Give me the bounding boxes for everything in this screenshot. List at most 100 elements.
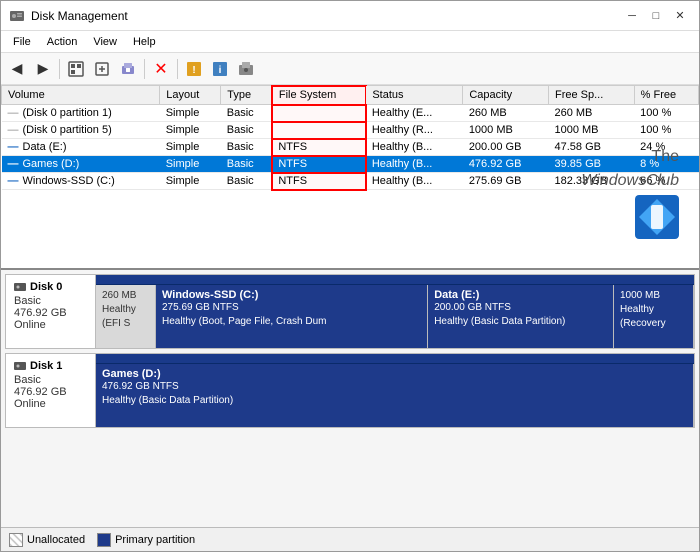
table-row[interactable]: ―Windows-SSD (C:)SimpleBasicNTFSHealthy … bbox=[2, 173, 699, 190]
title-bar: Disk Management ─ □ ✕ bbox=[1, 1, 699, 31]
table-section: Volume Layout Type File System Status Ca… bbox=[1, 85, 699, 270]
data-part-size: 200.00 GB NTFS bbox=[434, 301, 607, 315]
legend-primary-box bbox=[97, 533, 111, 547]
disk-0-status: Online bbox=[14, 319, 87, 331]
cell-status: Healthy (B... bbox=[366, 156, 463, 173]
col-type[interactable]: Type bbox=[221, 86, 273, 105]
cell-pct: 100 % bbox=[634, 122, 698, 139]
col-free[interactable]: Free Sp... bbox=[548, 86, 634, 105]
col-pct[interactable]: % Free bbox=[634, 86, 698, 105]
cell-pct: 100 % bbox=[634, 105, 698, 122]
efi-status: Healthy (EFI S bbox=[102, 303, 149, 331]
toolbar-sep1 bbox=[59, 59, 60, 79]
disk-0-data-partition[interactable]: Data (E:) 200.00 GB NTFS Healthy (Basic … bbox=[428, 285, 614, 348]
table-row[interactable]: ―Data (E:)SimpleBasicNTFSHealthy (B...20… bbox=[2, 139, 699, 156]
disk-0-name: Disk 0 bbox=[30, 281, 62, 293]
windows-part-name: Windows-SSD (C:) bbox=[162, 289, 421, 301]
menu-action[interactable]: Action bbox=[39, 34, 86, 50]
disk-management-window: Disk Management ─ □ ✕ File Action View H… bbox=[0, 0, 700, 552]
data-part-status: Healthy (Basic Data Partition) bbox=[434, 315, 607, 329]
cell-pct: 24 % bbox=[634, 139, 698, 156]
cell-pct: 66 % bbox=[634, 173, 698, 190]
toolbar-delete-btn[interactable]: ✕ bbox=[149, 57, 173, 81]
disk-1-label: Disk 1 Basic 476.92 GB Online bbox=[6, 354, 96, 427]
toolbar-btn6[interactable] bbox=[234, 57, 258, 81]
cell-capacity: 476.92 GB bbox=[463, 156, 549, 173]
cell-free: 182.33 GB bbox=[548, 173, 634, 190]
minimize-button[interactable]: ─ bbox=[621, 5, 643, 27]
recovery-part-status: Healthy (Recovery bbox=[620, 303, 687, 331]
legend-unallocated-box bbox=[9, 533, 23, 547]
toolbar-btn2[interactable] bbox=[90, 57, 114, 81]
toolbar-sep2 bbox=[144, 59, 145, 79]
disk-1-size: 476.92 GB bbox=[14, 386, 87, 398]
back-button[interactable]: ◀ bbox=[5, 57, 29, 81]
cell-layout: Simple bbox=[160, 173, 221, 190]
disk-0-efi-partition[interactable]: 260 MB Healthy (EFI S bbox=[96, 285, 156, 348]
title-bar-left: Disk Management bbox=[9, 8, 128, 24]
toolbar-btn3[interactable] bbox=[116, 57, 140, 81]
cell-capacity: 275.69 GB bbox=[463, 173, 549, 190]
col-layout[interactable]: Layout bbox=[160, 86, 221, 105]
games-part-size: 476.92 GB NTFS bbox=[102, 380, 687, 394]
cell-status: Healthy (E... bbox=[366, 105, 463, 122]
disk-0-label: Disk 0 Basic 476.92 GB Online bbox=[6, 275, 96, 348]
svg-text:i: i bbox=[219, 65, 222, 76]
table-row[interactable]: ―(Disk 0 partition 1)SimpleBasicHealthy … bbox=[2, 105, 699, 122]
close-button[interactable]: ✕ bbox=[669, 5, 691, 27]
cell-filesystem bbox=[272, 105, 365, 122]
forward-button[interactable]: ▶ bbox=[31, 57, 55, 81]
cell-filesystem bbox=[272, 122, 365, 139]
recovery-part-size: 1000 MB bbox=[620, 289, 687, 303]
disk-0-recovery-partition[interactable]: 1000 MB Healthy (Recovery bbox=[614, 285, 694, 348]
disk-0-row: Disk 0 Basic 476.92 GB Online 260 MB Hea… bbox=[5, 274, 695, 349]
toolbar-btn5[interactable]: i bbox=[208, 57, 232, 81]
toolbar-btn4[interactable]: ! bbox=[182, 57, 206, 81]
cell-free: 47.58 GB bbox=[548, 139, 634, 156]
window-title: Disk Management bbox=[31, 9, 128, 23]
cell-layout: Simple bbox=[160, 156, 221, 173]
disk-1-stripe bbox=[96, 354, 694, 364]
disk-icon bbox=[9, 8, 25, 24]
toolbar-btn1[interactable] bbox=[64, 57, 88, 81]
disk-0-content: 260 MB Healthy (EFI S Windows-SSD (C:) 2… bbox=[96, 285, 694, 348]
table-row[interactable]: ―Games (D:)SimpleBasicNTFSHealthy (B...4… bbox=[2, 156, 699, 173]
cell-volume: ―(Disk 0 partition 1) bbox=[2, 105, 160, 122]
table-row[interactable]: ―(Disk 0 partition 5)SimpleBasicHealthy … bbox=[2, 122, 699, 139]
cell-volume: ―Windows-SSD (C:) bbox=[2, 173, 160, 190]
col-volume[interactable]: Volume bbox=[2, 86, 160, 105]
cell-type: Basic bbox=[221, 173, 273, 190]
toolbar: ◀ ▶ ✕ ! i bbox=[1, 53, 699, 85]
disk-1-content: Games (D:) 476.92 GB NTFS Healthy (Basic… bbox=[96, 364, 694, 427]
toolbar-sep3 bbox=[177, 59, 178, 79]
data-part-name: Data (E:) bbox=[434, 289, 607, 301]
col-filesystem[interactable]: File System bbox=[272, 86, 365, 105]
cell-capacity: 200.00 GB bbox=[463, 139, 549, 156]
disk-1-games-partition[interactable]: Games (D:) 476.92 GB NTFS Healthy (Basic… bbox=[96, 364, 694, 427]
legend-primary: Primary partition bbox=[97, 533, 195, 547]
cell-status: Healthy (R... bbox=[366, 122, 463, 139]
cell-pct: 8 % bbox=[634, 156, 698, 173]
cell-type: Basic bbox=[221, 122, 273, 139]
cell-volume: ―Games (D:) bbox=[2, 156, 160, 173]
disk-1-type: Basic bbox=[14, 374, 87, 386]
disk-icon-0 bbox=[14, 281, 26, 293]
cell-filesystem: NTFS bbox=[272, 139, 365, 156]
disk-0-windows-partition[interactable]: Windows-SSD (C:) 275.69 GB NTFS Healthy … bbox=[156, 285, 428, 348]
cell-capacity: 260 MB bbox=[463, 105, 549, 122]
col-status[interactable]: Status bbox=[366, 86, 463, 105]
col-capacity[interactable]: Capacity bbox=[463, 86, 549, 105]
cell-layout: Simple bbox=[160, 139, 221, 156]
cell-filesystem: NTFS bbox=[272, 173, 365, 190]
cell-free: 260 MB bbox=[548, 105, 634, 122]
legend: Unallocated Primary partition bbox=[1, 527, 699, 551]
games-part-status: Healthy (Basic Data Partition) bbox=[102, 394, 687, 408]
disk-1-partitions-wrapper: Games (D:) 476.92 GB NTFS Healthy (Basic… bbox=[96, 354, 694, 427]
maximize-button[interactable]: □ bbox=[645, 5, 667, 27]
menu-file[interactable]: File bbox=[5, 34, 39, 50]
cell-filesystem: NTFS bbox=[272, 156, 365, 173]
disk-table: Volume Layout Type File System Status Ca… bbox=[1, 85, 699, 190]
menu-view[interactable]: View bbox=[85, 34, 125, 50]
cell-free: 39.85 GB bbox=[548, 156, 634, 173]
menu-help[interactable]: Help bbox=[125, 34, 164, 50]
